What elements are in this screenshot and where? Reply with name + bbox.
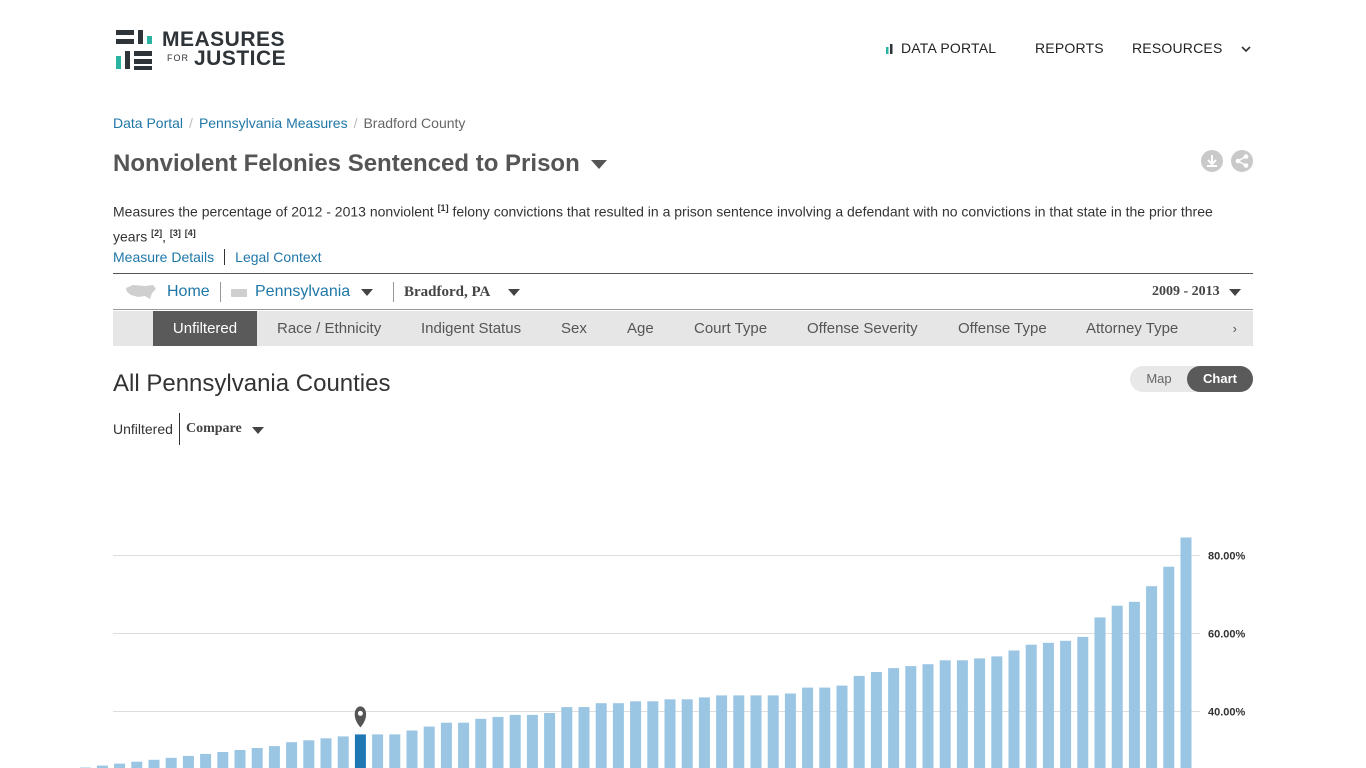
bar[interactable] <box>1008 650 1020 768</box>
bar[interactable] <box>750 695 762 768</box>
bar[interactable] <box>905 666 917 768</box>
bar[interactable] <box>733 695 745 768</box>
bar[interactable] <box>698 697 710 768</box>
bar[interactable] <box>767 695 779 768</box>
bar[interactable] <box>888 668 900 768</box>
bar[interactable] <box>372 734 384 768</box>
bar[interactable] <box>870 672 882 768</box>
bar[interactable] <box>458 722 470 768</box>
bar[interactable] <box>234 750 246 768</box>
bar[interactable] <box>544 713 556 768</box>
bar[interactable] <box>200 753 212 768</box>
bar[interactable] <box>148 759 160 768</box>
bar[interactable] <box>853 675 865 768</box>
bar-chart: 40.00% 60.00% 80.00% <box>79 537 1246 768</box>
bar[interactable] <box>286 742 298 768</box>
bar[interactable] <box>526 714 538 768</box>
bar[interactable] <box>612 703 624 768</box>
bar[interactable] <box>647 701 659 768</box>
bar[interactable] <box>595 703 607 768</box>
bar[interactable] <box>182 755 194 768</box>
bar[interactable] <box>1111 605 1123 768</box>
bar[interactable] <box>974 658 986 768</box>
bar[interactable] <box>956 660 968 768</box>
bar[interactable] <box>784 693 796 768</box>
y-tick-label: 80.00% <box>1208 551 1246 563</box>
bar[interactable] <box>440 722 452 768</box>
bar[interactable] <box>1077 636 1089 768</box>
bar[interactable] <box>165 757 177 768</box>
bar[interactable] <box>922 664 934 768</box>
bar[interactable] <box>114 763 126 768</box>
bar[interactable] <box>630 701 642 768</box>
bar[interactable] <box>1128 601 1140 768</box>
bar[interactable] <box>303 740 315 768</box>
bar[interactable] <box>337 736 349 768</box>
bar[interactable] <box>1025 644 1037 768</box>
bar[interactable] <box>664 699 676 768</box>
bar[interactable] <box>819 687 831 768</box>
bar[interactable] <box>492 716 504 768</box>
bar[interactable] <box>1042 642 1054 768</box>
location-pin-icon <box>354 706 367 728</box>
y-tick-label: 40.00% <box>1208 707 1246 719</box>
bar[interactable] <box>939 660 951 768</box>
bar[interactable] <box>509 714 521 768</box>
bar[interactable] <box>1163 566 1175 768</box>
bar[interactable] <box>578 707 590 768</box>
bar[interactable] <box>389 734 401 768</box>
bar[interactable] <box>217 752 229 768</box>
bar[interactable] <box>802 687 814 768</box>
bar[interactable] <box>268 746 280 768</box>
bar[interactable] <box>681 699 693 768</box>
bar[interactable] <box>716 695 728 768</box>
bar[interactable] <box>991 656 1003 768</box>
bar[interactable] <box>475 718 487 768</box>
bar[interactable] <box>406 730 418 768</box>
y-tick-label: 60.00% <box>1208 629 1246 641</box>
bar[interactable] <box>1146 586 1158 768</box>
bar[interactable] <box>1094 617 1106 768</box>
bar-highlighted[interactable] <box>354 734 366 768</box>
bar[interactable] <box>131 761 143 768</box>
bar[interactable] <box>251 748 263 768</box>
bar[interactable] <box>1180 537 1192 768</box>
bar[interactable] <box>320 738 332 768</box>
bar[interactable] <box>836 685 848 768</box>
bar[interactable] <box>561 707 573 768</box>
bar[interactable] <box>423 726 435 768</box>
bar[interactable] <box>1060 640 1072 768</box>
